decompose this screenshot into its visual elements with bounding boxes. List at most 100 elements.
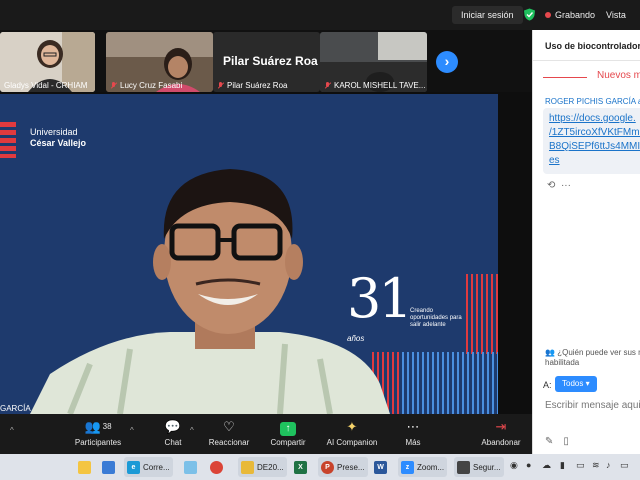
chevron-right-icon: › [444,53,450,69]
participant-thumb[interactable]: Gladys Vidal - CRHIAM [0,32,95,92]
people-icon: 👥 [545,348,555,357]
chevron-up-icon[interactable]: ^ [10,426,14,435]
chat-button[interactable]: 💬 Chat [158,418,188,447]
security-shield-icon[interactable] [523,8,536,21]
participant-thumb[interactable]: Lucy Cruz Fasabi [106,32,213,92]
tray-device-icon[interactable]: ▭ [576,460,585,471]
new-messages-divider [543,77,587,78]
participant-thumb[interactable]: KAROL MISHELL TAVE... [320,32,427,92]
link-line: es [549,155,560,166]
share-label: Compartir [270,438,306,447]
recording-indicator[interactable]: Grabando [545,10,595,20]
wifi-icon[interactable]: ≋ [592,460,600,471]
chat-label: Chat [164,438,182,447]
muted-mic-icon [324,82,331,89]
signin-button[interactable]: Iniciar sesión [452,6,523,24]
more-icon[interactable]: ··· [561,180,571,191]
taskbar-app-excel[interactable]: X [294,457,307,477]
share-screen-icon: ↑ [280,422,296,436]
taskbar-app-edge[interactable]: e Corre... [124,457,173,477]
folder-icon [241,460,254,474]
chrome-icon [210,460,223,474]
anniversary-tagline: Creando oportunidades para salir adelant… [410,308,462,328]
format-icon[interactable]: ✎ [545,436,553,447]
reply-icon[interactable]: ⟲ [547,180,555,191]
chat-panel: Uso de biocontrolador Nuevos m ROGER PIC… [532,30,640,454]
view-button[interactable]: Vista [606,10,626,20]
privacy-text: ¿Quién puede ver sus m habilitada [545,348,640,367]
muted-mic-icon [110,82,117,89]
taskbar-app-security[interactable]: Segur... [454,457,504,477]
taskbar-app-chrome[interactable] [210,457,223,477]
tray-zoom-icon[interactable]: ◉ [510,460,518,471]
file-icon[interactable]: ▯ [563,436,569,447]
participant-thumb[interactable]: Pilar Suárez Roa Pilar Suárez Roa [213,32,320,92]
message-link[interactable]: https://docs.google. /1ZT5ircoXfVKtFMml … [549,112,640,168]
leave-icon: ⇥ [495,419,507,434]
chevron-up-icon[interactable]: ^ [130,426,134,435]
excel-icon: X [294,460,307,474]
decorative-stripes [466,274,498,354]
taskbar-app-powerpoint[interactable]: P Prese... [318,457,368,477]
more-label: Más [405,438,421,447]
message-actions: ⟲ ··· [547,180,571,191]
new-messages-label: Nuevos m [597,70,640,81]
copilot-icon [102,460,115,474]
tray-cloud-icon[interactable]: ☁ [542,460,551,471]
share-button[interactable]: ↑ Compartir [266,418,310,447]
meeting-toolbar: ^ 👥 38 Participantes ^ 💬 Chat ^ ♡ Reaccio… [0,414,532,454]
participants-button[interactable]: 👥 38 Participantes [72,418,124,447]
main-stage: Universidad César Vallejo 31 años Creand… [0,92,532,414]
edge-icon: e [127,460,140,474]
link-line: /1ZT5ircoXfVKtFMml [549,127,640,138]
recording-label: Grabando [555,10,596,20]
taskbar-app-copilot[interactable] [102,457,115,477]
heart-icon: ♡ [223,419,235,434]
volume-icon[interactable]: ♪ [606,460,611,470]
chevron-up-icon[interactable]: ^ [190,426,194,435]
chevron-down-icon: ▾ [585,379,590,388]
taskbar-app-notes[interactable] [78,457,91,477]
record-dot-icon [545,12,551,18]
windows-taskbar: e Corre... DE20... X P Prese... W z Zoom...… [0,454,640,480]
chat-tools: ✎ ▯ [545,436,569,447]
ai-companion-button[interactable]: ✦ AI Companion [324,418,380,447]
participant-strip: Gladys Vidal - CRHIAM Lucy Cruz Fasabi P… [0,30,532,92]
chat-message: https://docs.google. /1ZT5ircoXfVKtFMml … [543,108,640,174]
taskbar-app-word[interactable]: W [374,457,387,477]
notes-icon [78,460,91,474]
taskbar-app-paint[interactable] [184,457,197,477]
participant-name: KAROL MISHELL TAVE... [324,81,425,90]
tray-drive-icon[interactable]: ▮ [560,460,565,471]
recipient-select[interactable]: Todos ▾ [555,376,597,392]
leave-label: Abandonar [481,438,521,447]
participant-display-name: Pilar Suárez Roa [223,54,318,68]
muted-mic-icon [217,82,224,89]
battery-icon[interactable]: ▭ [620,460,629,471]
participant-name: Lucy Cruz Fasabi [110,81,182,90]
tray-people-icon[interactable]: ● [526,460,531,470]
sparkle-icon: ✦ [346,419,358,434]
taskbar-app-zoom[interactable]: z Zoom... [398,457,448,477]
next-page-button[interactable]: › [436,51,458,73]
leave-button[interactable]: ⇥ Abandonar [478,418,524,447]
university-logo-icon [0,122,16,158]
taskbar-app-files[interactable]: DE20... [238,457,287,477]
security-icon [457,460,470,474]
top-bar: Iniciar sesión Grabando Vista [0,0,640,30]
privacy-note[interactable]: 👥 ¿Quién puede ver sus m habilitada [545,348,640,368]
recipient-label: A: [543,380,552,390]
speaker-name-label: GARCÍA [0,404,31,413]
more-button[interactable]: ⋯ Más [398,418,428,447]
paint-icon [184,460,197,474]
logo-line-1: Universidad [30,127,78,137]
chat-message-input[interactable]: Escribir mensaje aqui [545,400,640,411]
participants-label: Participantes [74,438,122,447]
react-label: Reaccionar [208,438,250,447]
participant-name: Pilar Suárez Roa [217,81,287,90]
word-icon: W [374,460,387,474]
react-button[interactable]: ♡ Reaccionar [206,418,252,447]
participant-name: Gladys Vidal - CRHIAM [4,81,88,90]
participants-count: 38 [102,422,112,431]
more-dots-icon: ⋯ [406,419,420,434]
